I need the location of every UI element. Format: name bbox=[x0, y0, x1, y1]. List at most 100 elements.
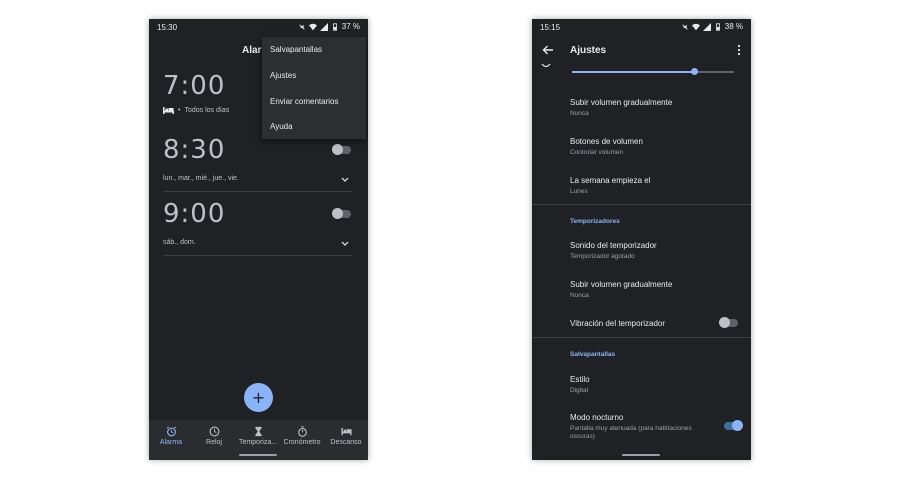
clock-app-alarms-screen: 15:30 37 % Aları 7:00 • Todos los días 8… bbox=[149, 19, 368, 460]
nav-item-stopwatch[interactable]: Cronómetro bbox=[280, 426, 324, 446]
menu-item-help[interactable]: Ayuda bbox=[270, 122, 293, 131]
wifi-icon bbox=[308, 23, 317, 30]
setting-subtitle: Temporizador agotado bbox=[570, 253, 635, 260]
setting-volume-buttons[interactable]: Botones de volumen Controlar volumen bbox=[570, 137, 643, 157]
alarm-time[interactable]: 8:30 bbox=[163, 135, 353, 165]
setting-subtitle: Nunca bbox=[570, 292, 589, 299]
separator-dot: • bbox=[178, 107, 181, 114]
menu-item-screensaver[interactable]: Salvapantallas bbox=[270, 45, 322, 54]
clock-icon bbox=[209, 426, 219, 437]
battery-icon bbox=[332, 22, 337, 31]
alarm-item[interactable]: 8:30 lun., mar., mié., jue., vie. bbox=[163, 135, 353, 193]
section-header-screensaver: Salvapantallas bbox=[570, 351, 616, 358]
setting-title: Estilo bbox=[570, 375, 590, 384]
bed-icon bbox=[340, 427, 352, 436]
bed-icon bbox=[163, 107, 174, 114]
menu-item-settings[interactable]: Ajustes bbox=[270, 71, 296, 80]
alarm-toggle[interactable] bbox=[332, 144, 351, 155]
divider bbox=[163, 191, 353, 192]
status-icons: 37 % bbox=[298, 22, 360, 31]
battery-icon bbox=[715, 22, 720, 31]
slider-fill bbox=[572, 71, 694, 73]
setting-subtitle: Nunca bbox=[570, 110, 589, 117]
nav-label: Descanso bbox=[330, 439, 362, 446]
chevron-down-icon[interactable] bbox=[341, 239, 349, 248]
timer-vibration-toggle[interactable] bbox=[719, 317, 738, 328]
status-bar: 15:30 37 % bbox=[149, 19, 368, 37]
more-vert-icon[interactable] bbox=[737, 44, 741, 56]
battery-percent: 38 % bbox=[724, 22, 743, 31]
mute-icon bbox=[682, 23, 688, 30]
status-bar: 15:15 38 % bbox=[532, 19, 751, 37]
section-header-timers: Temporizadores bbox=[570, 218, 620, 225]
toggle-knob bbox=[332, 208, 343, 219]
nav-label: Cronómetro bbox=[283, 439, 321, 446]
page-title: Aları bbox=[242, 45, 265, 56]
chevron-down-icon[interactable] bbox=[341, 175, 349, 184]
setting-title: Sonido del temporizador bbox=[570, 241, 657, 250]
volume-icon bbox=[541, 63, 551, 68]
night-mode-toggle[interactable] bbox=[724, 420, 743, 431]
overflow-menu: Salvapantallas Ajustes Enviar comentario… bbox=[262, 37, 366, 139]
nav-item-timer[interactable]: Temporiza... bbox=[236, 426, 280, 446]
toggle-knob bbox=[732, 420, 743, 431]
alarm-days: lun., mar., mié., jue., vie. bbox=[163, 175, 239, 182]
setting-gradual-volume[interactable]: Subir volumen gradualmente Nunca bbox=[570, 98, 672, 118]
nav-item-bedtime[interactable]: Descanso bbox=[324, 426, 368, 446]
setting-title: Subir volumen gradualmente bbox=[570, 280, 673, 289]
divider bbox=[532, 337, 751, 338]
mute-icon bbox=[299, 23, 305, 30]
alarm-icon bbox=[166, 426, 176, 437]
hourglass-icon bbox=[254, 426, 262, 437]
setting-subtitle: Controlar volumen bbox=[570, 149, 624, 156]
back-arrow-icon[interactable] bbox=[542, 44, 554, 56]
alarm-days: Todos los días bbox=[184, 107, 230, 114]
setting-timer-gradual-volume[interactable]: Subir volumen gradualmente Nunca bbox=[570, 280, 672, 300]
alarm-item[interactable]: 9:00 sáb., dom. bbox=[163, 199, 353, 257]
divider bbox=[532, 204, 751, 205]
nav-label: Temporiza... bbox=[238, 439, 278, 446]
signal-icon bbox=[319, 22, 328, 31]
status-time: 15:15 bbox=[540, 23, 561, 32]
wifi-icon bbox=[691, 23, 700, 30]
alarm-repeat: lun., mar., mié., jue., vie. bbox=[163, 175, 353, 182]
toggle-knob bbox=[332, 144, 343, 155]
menu-item-feedback[interactable]: Enviar comentarios bbox=[270, 97, 338, 106]
setting-night-mode[interactable]: Modo nocturno Pantalla muy atenuada (par… bbox=[570, 413, 710, 441]
setting-title: Botones de volumen bbox=[570, 137, 643, 146]
nav-item-clock[interactable]: Reloj bbox=[192, 426, 236, 446]
toggle-knob bbox=[719, 317, 730, 328]
setting-title: Subir volumen gradualmente bbox=[570, 98, 673, 107]
nav-item-alarm[interactable]: Alarma bbox=[149, 426, 193, 446]
battery-percent: 37 % bbox=[341, 22, 360, 31]
status-time: 15:30 bbox=[157, 23, 178, 32]
add-alarm-button[interactable]: + bbox=[244, 383, 273, 412]
alarm-time[interactable]: 9:00 bbox=[163, 199, 353, 229]
nav-label: Alarma bbox=[159, 439, 183, 446]
setting-subtitle: Lunes bbox=[570, 188, 588, 195]
stopwatch-icon bbox=[297, 426, 307, 437]
nav-label: Reloj bbox=[206, 439, 222, 446]
setting-title: Modo nocturno bbox=[570, 413, 624, 422]
signal-icon bbox=[702, 22, 711, 31]
setting-timer-sound[interactable]: Sonido del temporizador Temporizador ago… bbox=[570, 241, 657, 261]
setting-title: Vibración del temporizador bbox=[570, 319, 666, 328]
setting-timer-vibration[interactable]: Vibración del temporizador bbox=[570, 319, 665, 328]
divider bbox=[163, 255, 353, 256]
home-indicator[interactable] bbox=[622, 454, 660, 456]
page-title: Ajustes bbox=[570, 45, 607, 56]
status-icons: 38 % bbox=[681, 22, 743, 31]
alarm-toggle[interactable] bbox=[332, 208, 351, 219]
slider-thumb[interactable] bbox=[690, 68, 698, 75]
setting-week-start[interactable]: La semana empieza el Lunes bbox=[570, 176, 651, 196]
home-indicator[interactable] bbox=[239, 454, 277, 456]
setting-screensaver-style[interactable]: Estilo Digital bbox=[570, 375, 590, 395]
setting-title: La semana empieza el bbox=[570, 176, 651, 185]
alarm-repeat: sáb., dom. bbox=[163, 239, 353, 246]
setting-subtitle: Pantalla muy atenuada (para habitaciones… bbox=[570, 425, 692, 440]
clock-app-settings-screen: 15:15 38 % Ajustes Subir volumen gradual… bbox=[532, 19, 751, 460]
alarm-days: sáb., dom. bbox=[163, 239, 196, 246]
alarm-volume-slider[interactable] bbox=[572, 68, 734, 75]
bottom-navigation: Alarma Reloj Temporiza... Cronómetro Des… bbox=[149, 420, 368, 460]
setting-subtitle: Digital bbox=[570, 387, 589, 394]
